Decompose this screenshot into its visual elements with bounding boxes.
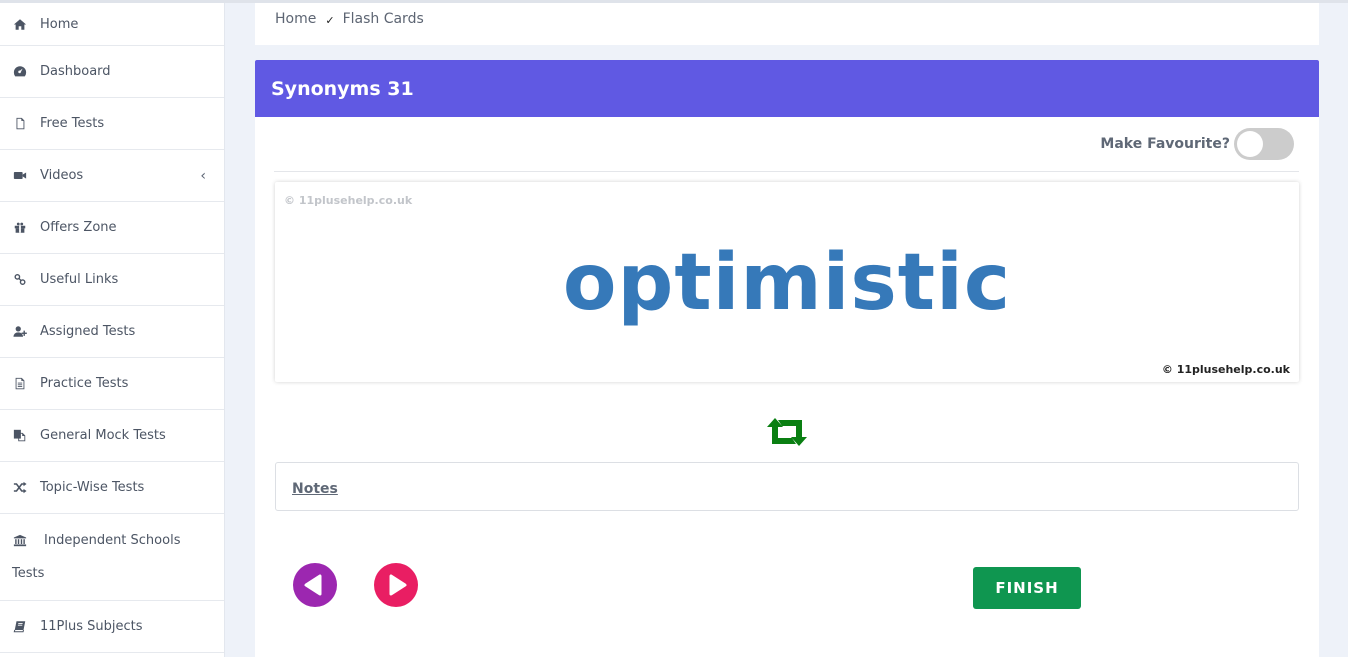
flash-card[interactable]: © 11plusehelp.co.uk optimistic © 11pluse… [275,182,1299,382]
sidebar-item-practice-tests[interactable]: Practice Tests [0,358,224,410]
chevron-left-icon[interactable]: ‹ [200,168,206,184]
file-icon [12,117,28,131]
favourite-row: Make Favourite? [274,117,1299,172]
shuffle-icon [12,481,28,495]
gift-icon [12,221,28,235]
sidebar-item-assigned-tests[interactable]: Assigned Tests [0,306,224,358]
sidebar-item-offers-zone[interactable]: Offers Zone [0,202,224,254]
sidebar-item-general-mock-tests[interactable]: General Mock Tests [0,410,224,462]
play-left-icon [304,574,322,596]
sidebar-item-topic-wise-tests[interactable]: Topic-Wise Tests [0,462,224,514]
sidebar-item-label: General Mock Tests [40,428,166,443]
sidebar-item-label: Offers Zone [40,220,117,235]
notes-link[interactable]: Notes [292,481,338,497]
sidebar-item-useful-links[interactable]: Useful Links [0,254,224,306]
page-title: Synonyms 31 [271,77,414,100]
toggle-knob [1237,131,1263,157]
sidebar-item-label: Topic-Wise Tests [40,480,145,495]
bank-icon [12,534,28,548]
check-icon: ✓ [325,14,335,27]
copy-icon [12,429,28,443]
breadcrumb-current: Flash Cards [342,11,424,27]
sidebar-item-label: 11Plus Subjects [40,619,143,634]
sidebar-item-free-tests[interactable]: Free Tests [0,98,224,150]
previous-card-button[interactable] [293,563,337,607]
sidebar-item-dashboard[interactable]: Dashboard [0,46,224,98]
sidebar-item-label: Videos [40,168,84,183]
finish-button[interactable]: FINISH [973,567,1081,609]
sidebar-item-label: Useful Links [40,272,119,287]
dashboard-icon [12,65,28,79]
sidebar-item-11plus-subjects[interactable]: 11Plus Subjects [0,601,224,653]
next-card-button[interactable] [374,563,418,607]
card-header: Synonyms 31 [255,60,1319,117]
user-plus-icon [12,325,28,339]
sidebar-item-videos[interactable]: Videos ‹ [0,150,224,202]
watermark-top: © 11plusehelp.co.uk [284,194,413,207]
link-icon [12,273,28,287]
favourite-label: Make Favourite? [1100,136,1230,152]
sidebar-item-label: Assigned Tests [40,324,136,339]
sidebar-item-label: Dashboard [40,64,111,79]
sidebar-item-label: Home [40,16,79,32]
breadcrumb-home-link[interactable]: Home [275,11,316,27]
sidebar-item-home[interactable]: Home [0,3,224,46]
sidebar-item-label: Independent Schools [44,533,181,548]
home-icon [12,17,28,31]
notes-panel: Notes [275,462,1299,511]
sidebar: Home Dashboard Free Tests Videos ‹ Offer… [0,3,225,657]
video-camera-icon [12,169,28,183]
play-right-icon [389,574,407,596]
sidebar-item-label-continued: Tests [12,566,45,581]
flashcard-panel: Synonyms 31 Make Favourite? © 11plusehel… [255,60,1319,657]
book-icon [12,620,28,634]
flash-card-word: optimistic [562,238,1012,328]
flip-card-icon[interactable] [765,417,809,447]
sidebar-item-independent-schools-tests[interactable]: Independent Schools Tests [0,514,224,601]
sidebar-item-label: Free Tests [40,116,105,131]
sidebar-item-label: Practice Tests [40,376,129,391]
favourite-toggle[interactable] [1234,128,1294,160]
document-icon [12,377,28,391]
breadcrumb: Home ✓ Flash Cards [255,3,1319,45]
watermark-bottom: © 11plusehelp.co.uk [1161,363,1290,376]
